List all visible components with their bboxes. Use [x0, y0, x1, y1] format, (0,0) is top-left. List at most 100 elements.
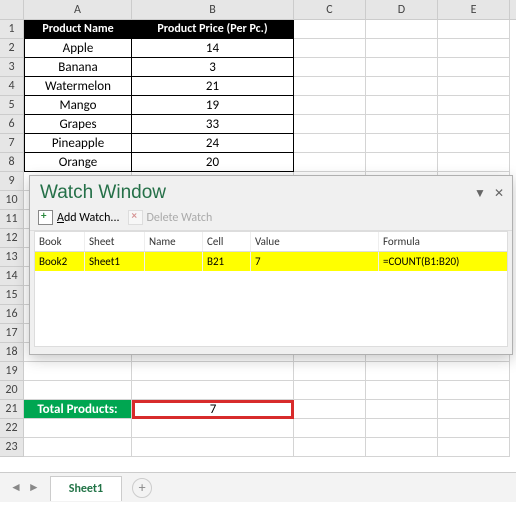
row-header[interactable]: 4 — [0, 77, 24, 96]
row-header[interactable]: 12 — [0, 229, 24, 248]
cell[interactable] — [294, 400, 366, 419]
row-header[interactable]: 14 — [0, 267, 24, 286]
cell[interactable] — [366, 438, 438, 457]
watch-grid[interactable]: Book Sheet Name Cell Value Formula Book2… — [34, 231, 508, 347]
dropdown-icon[interactable]: ▼ — [474, 186, 486, 200]
cell[interactable] — [294, 438, 366, 457]
cell-product-price[interactable]: 14 — [132, 39, 294, 58]
cell-product-price[interactable]: 19 — [132, 96, 294, 115]
watch-col-value[interactable]: Value — [251, 232, 379, 251]
cell[interactable] — [24, 381, 132, 400]
header-product-name[interactable]: Product Name — [24, 20, 132, 39]
cell-product-name[interactable]: Mango — [24, 96, 132, 115]
cell[interactable] — [438, 381, 510, 400]
add-sheet-button[interactable]: + — [132, 478, 152, 498]
cell[interactable] — [366, 77, 438, 96]
cell[interactable] — [132, 419, 294, 438]
row-header[interactable]: 19 — [0, 362, 24, 381]
cell[interactable] — [294, 96, 366, 115]
cell[interactable] — [132, 362, 294, 381]
row-header[interactable]: 10 — [0, 191, 24, 210]
cell-product-name[interactable]: Apple — [24, 39, 132, 58]
row-header[interactable]: 8 — [0, 153, 24, 172]
col-header-c[interactable]: C — [294, 0, 366, 19]
cell-product-name[interactable]: Pineapple — [24, 134, 132, 153]
row-header[interactable]: 11 — [0, 210, 24, 229]
cell[interactable] — [438, 58, 510, 77]
row-header[interactable]: 13 — [0, 248, 24, 267]
row-header[interactable]: 16 — [0, 305, 24, 324]
total-products-label[interactable]: Total Products: — [24, 400, 132, 419]
close-icon[interactable]: ✕ — [494, 186, 504, 200]
cell[interactable] — [366, 419, 438, 438]
row-header[interactable]: 15 — [0, 286, 24, 305]
cell[interactable] — [294, 153, 366, 172]
cell[interactable] — [294, 20, 366, 39]
cell[interactable] — [366, 153, 438, 172]
cell[interactable] — [438, 362, 510, 381]
tab-nav-prev-icon[interactable]: ◄ — [10, 480, 22, 495]
cell[interactable] — [438, 115, 510, 134]
cell[interactable] — [366, 58, 438, 77]
cell[interactable] — [366, 96, 438, 115]
watch-col-book[interactable]: Book — [35, 232, 85, 251]
cell[interactable] — [294, 39, 366, 58]
cell[interactable] — [366, 134, 438, 153]
tab-nav-next-icon[interactable]: ► — [28, 480, 40, 495]
cell[interactable] — [24, 438, 132, 457]
watch-col-sheet[interactable]: Sheet — [85, 232, 145, 251]
row-header[interactable]: 2 — [0, 39, 24, 58]
cell[interactable] — [438, 39, 510, 58]
cell[interactable] — [438, 96, 510, 115]
cell[interactable] — [132, 381, 294, 400]
cell[interactable] — [438, 153, 510, 172]
cell-product-name[interactable]: Grapes — [24, 115, 132, 134]
cell-product-name[interactable]: Banana — [24, 58, 132, 77]
cell-product-price[interactable]: 21 — [132, 77, 294, 96]
row-header[interactable]: 22 — [0, 419, 24, 438]
cell[interactable] — [294, 77, 366, 96]
cell[interactable] — [294, 58, 366, 77]
cell-product-name[interactable]: Watermelon — [24, 77, 132, 96]
add-watch-button[interactable]: Add Watch... — [38, 210, 120, 225]
row-header[interactable]: 20 — [0, 381, 24, 400]
cell[interactable] — [294, 362, 366, 381]
row-header[interactable]: 23 — [0, 438, 24, 457]
col-header-d[interactable]: D — [366, 0, 438, 19]
cell[interactable] — [438, 400, 510, 419]
cell[interactable] — [24, 419, 132, 438]
cell-product-price[interactable]: 3 — [132, 58, 294, 77]
cell[interactable] — [294, 115, 366, 134]
watch-col-cell[interactable]: Cell — [203, 232, 251, 251]
row-header[interactable]: 17 — [0, 324, 24, 343]
header-product-price[interactable]: Product Price (Per Pc.) — [132, 20, 294, 39]
col-header-b[interactable]: B — [132, 0, 294, 19]
cell[interactable] — [294, 134, 366, 153]
row-header[interactable]: 1 — [0, 20, 24, 39]
cell[interactable] — [294, 381, 366, 400]
cell[interactable] — [366, 115, 438, 134]
row-header[interactable]: 3 — [0, 58, 24, 77]
cell-product-price[interactable]: 33 — [132, 115, 294, 134]
spreadsheet-grid[interactable]: A B C D E 1 Product Name Product Price (… — [0, 0, 516, 470]
select-all-corner[interactable] — [0, 0, 24, 19]
row-header[interactable]: 9 — [0, 172, 24, 191]
cell[interactable] — [438, 20, 510, 39]
watch-col-formula[interactable]: Formula — [379, 232, 507, 251]
cell[interactable] — [366, 20, 438, 39]
row-header[interactable]: 5 — [0, 96, 24, 115]
cell-product-price[interactable]: 24 — [132, 134, 294, 153]
cell[interactable] — [366, 381, 438, 400]
cell[interactable] — [132, 438, 294, 457]
tab-sheet1[interactable]: Sheet1 — [50, 476, 122, 501]
col-header-a[interactable]: A — [24, 0, 132, 19]
col-header-e[interactable]: E — [438, 0, 510, 19]
cell[interactable] — [438, 419, 510, 438]
row-header[interactable]: 6 — [0, 115, 24, 134]
row-header[interactable]: 7 — [0, 134, 24, 153]
cell[interactable] — [438, 438, 510, 457]
cell[interactable] — [438, 134, 510, 153]
cell-product-price[interactable]: 20 — [132, 153, 294, 172]
watch-col-name[interactable]: Name — [145, 232, 203, 251]
cell[interactable] — [366, 362, 438, 381]
